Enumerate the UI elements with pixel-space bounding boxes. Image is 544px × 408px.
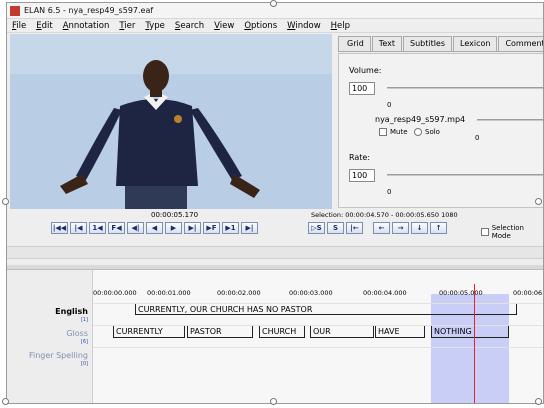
tier-row-english[interactable]: CURRENTLY, OUR CHURCH HAS NO PASTOR — [93, 303, 543, 325]
menu-options[interactable]: Options — [239, 21, 282, 31]
tier-name-gloss[interactable]: Gloss — [66, 329, 88, 338]
playback-controls: |◀◀ |◀ 1◀ F◀ ◀| ◀ ▶ ▶| ▶F ▶1 ▶| — [51, 222, 258, 234]
menu-window[interactable]: Window — [282, 21, 326, 31]
move-up-button[interactable]: ↑ — [430, 222, 447, 234]
file-volume-min-label: 0 — [475, 134, 480, 142]
play-selection-button[interactable]: ▷S — [308, 222, 325, 234]
clear-selection-button[interactable]: S — [327, 222, 344, 234]
selection-boundary-button[interactable]: |← — [346, 222, 363, 234]
move-down-button[interactable]: ↓ — [411, 222, 428, 234]
elan-app-icon — [10, 5, 20, 16]
window-title: ELAN 6.5 - nya_resp49_s597.eaf — [24, 6, 154, 15]
volume-label: Volume: — [349, 66, 382, 75]
rate-slider[interactable] — [387, 174, 543, 176]
go-to-begin-button[interactable]: |◀◀ — [51, 222, 68, 234]
ruler-label: 00:00:03.000 — [289, 289, 333, 297]
menu-annotation[interactable]: Annotation — [58, 21, 115, 31]
ruler-label: 00:00:01.000 — [147, 289, 191, 297]
go-to-end-button[interactable]: ▶| — [241, 222, 258, 234]
selection-mode-checkbox[interactable] — [481, 228, 489, 236]
video-viewer[interactable] — [10, 34, 332, 209]
signal-viewer-strip[interactable] — [7, 246, 543, 259]
rate-min-label: 0 — [387, 188, 392, 196]
tier-count-gloss: [6] — [80, 339, 88, 345]
tab-subtitles[interactable]: Subtitles — [402, 36, 453, 51]
ruler-label: 00:00:06.000 — [513, 289, 544, 297]
resize-handle[interactable] — [2, 198, 9, 205]
resize-handle[interactable] — [535, 398, 542, 405]
media-controls-panel: Volume: 100 0 nya_resp49_s597.mp4 Mute S… — [338, 53, 543, 208]
selection-mode-toggle[interactable]: Selection Mode — [481, 224, 543, 240]
ruler-label: 00:00:02.000 — [217, 289, 261, 297]
ruler-label: 00:00:00.000 — [93, 289, 137, 297]
tier-count-finger-spelling: [0] — [80, 361, 88, 367]
annotation-gloss[interactable]: NOTHING — [431, 326, 509, 338]
move-left-button[interactable]: ← — [373, 222, 390, 234]
tab-lexicon[interactable]: Lexicon — [453, 36, 498, 51]
menu-help[interactable]: Help — [326, 21, 355, 31]
media-file-name: nya_resp49_s597.mp4 — [375, 115, 466, 124]
elan-window: ELAN 6.5 - nya_resp49_s597.eaf File Edit… — [6, 2, 544, 404]
current-time-readout: 00:00:05.170 — [151, 211, 199, 219]
step-forward-second-button[interactable]: ▶1 — [222, 222, 239, 234]
step-forward-pixel-button[interactable]: ▶| — [184, 222, 201, 234]
solo-radio[interactable] — [414, 128, 422, 136]
ruler-label: 00:00:04.000 — [363, 289, 407, 297]
tier-row-gloss[interactable]: CURRENTLY PASTOR CHURCH OUR HAVE NOTHING — [93, 325, 543, 347]
time-ruler[interactable]: 00:00:00.000 00:00:01.000 00:00:02.000 0… — [93, 289, 544, 303]
side-tabs-panel: Grid Text Subtitles Lexicon Comment Volu… — [338, 36, 543, 208]
rate-field[interactable]: 100 — [349, 169, 375, 182]
selection-readout: Selection: 00:00:04.570 - 00:00:05.650 1… — [311, 211, 458, 219]
resize-handle[interactable] — [270, 0, 277, 7]
menu-bar: File Edit Annotation Tier Type Search Vi… — [7, 19, 543, 33]
annotation-gloss[interactable]: HAVE — [375, 326, 425, 338]
mute-checkbox[interactable] — [379, 128, 387, 136]
menu-search[interactable]: Search — [170, 21, 209, 31]
step-back-frame-button[interactable]: F◀ — [108, 222, 125, 234]
timeline-viewer[interactable]: English [1] Gloss [6] Finger Spelling [0… — [7, 270, 544, 403]
step-back-pixel-button[interactable]: ◀| — [127, 222, 144, 234]
tab-strip: Grid Text Subtitles Lexicon Comment — [338, 36, 543, 52]
play-backward-button[interactable]: ◀ — [146, 222, 163, 234]
resize-handle[interactable] — [2, 398, 9, 405]
volume-slider[interactable] — [387, 87, 543, 89]
volume-min-label: 0 — [387, 101, 392, 109]
annotation-gloss[interactable]: OUR — [310, 326, 374, 338]
play-button[interactable]: ▶ — [165, 222, 182, 234]
ruler-label: 00:00:05.000 — [439, 289, 483, 297]
selection-controls: ▷S S |← ← → ↓ ↑ — [308, 222, 447, 234]
menu-tier[interactable]: Tier — [114, 21, 140, 31]
menu-type[interactable]: Type — [140, 21, 170, 31]
tier-row-finger-spelling[interactable] — [93, 347, 543, 369]
signer-video-frame — [10, 34, 332, 209]
tier-labels-column: English [1] Gloss [6] Finger Spelling [0… — [7, 270, 93, 403]
step-forward-frame-button[interactable]: ▶F — [203, 222, 220, 234]
resize-handle[interactable] — [535, 198, 542, 205]
menu-view[interactable]: View — [209, 21, 239, 31]
resize-handle[interactable] — [270, 398, 277, 405]
step-back-second-button[interactable]: 1◀ — [89, 222, 106, 234]
mute-label: Mute — [390, 128, 408, 136]
selection-mode-label: Selection Mode — [491, 224, 524, 240]
move-right-button[interactable]: → — [392, 222, 409, 234]
tab-grid[interactable]: Grid — [338, 36, 371, 51]
tab-comment[interactable]: Comment — [498, 36, 543, 51]
solo-label: Solo — [425, 128, 440, 136]
annotation-gloss[interactable]: CURRENTLY — [113, 326, 185, 338]
file-volume-slider[interactable] — [477, 119, 543, 121]
annotation-gloss[interactable]: PASTOR — [187, 326, 253, 338]
previous-scrollview-button[interactable]: |◀ — [70, 222, 87, 234]
rate-label: Rate: — [349, 153, 371, 162]
menu-file[interactable]: File — [7, 21, 31, 31]
tier-count-english: [1] — [80, 317, 88, 323]
annotation-gloss[interactable]: CHURCH — [259, 326, 305, 338]
tier-name-finger-spelling[interactable]: Finger Spelling — [29, 351, 88, 360]
playhead-crosshair[interactable] — [474, 284, 475, 403]
annotation-english[interactable]: CURRENTLY, OUR CHURCH HAS NO PASTOR — [135, 304, 517, 315]
volume-field[interactable]: 100 — [349, 82, 375, 95]
control-spacer — [365, 222, 371, 234]
tab-text[interactable]: Text — [371, 36, 402, 51]
tier-name-english[interactable]: English — [55, 307, 88, 316]
menu-edit[interactable]: Edit — [31, 21, 57, 31]
